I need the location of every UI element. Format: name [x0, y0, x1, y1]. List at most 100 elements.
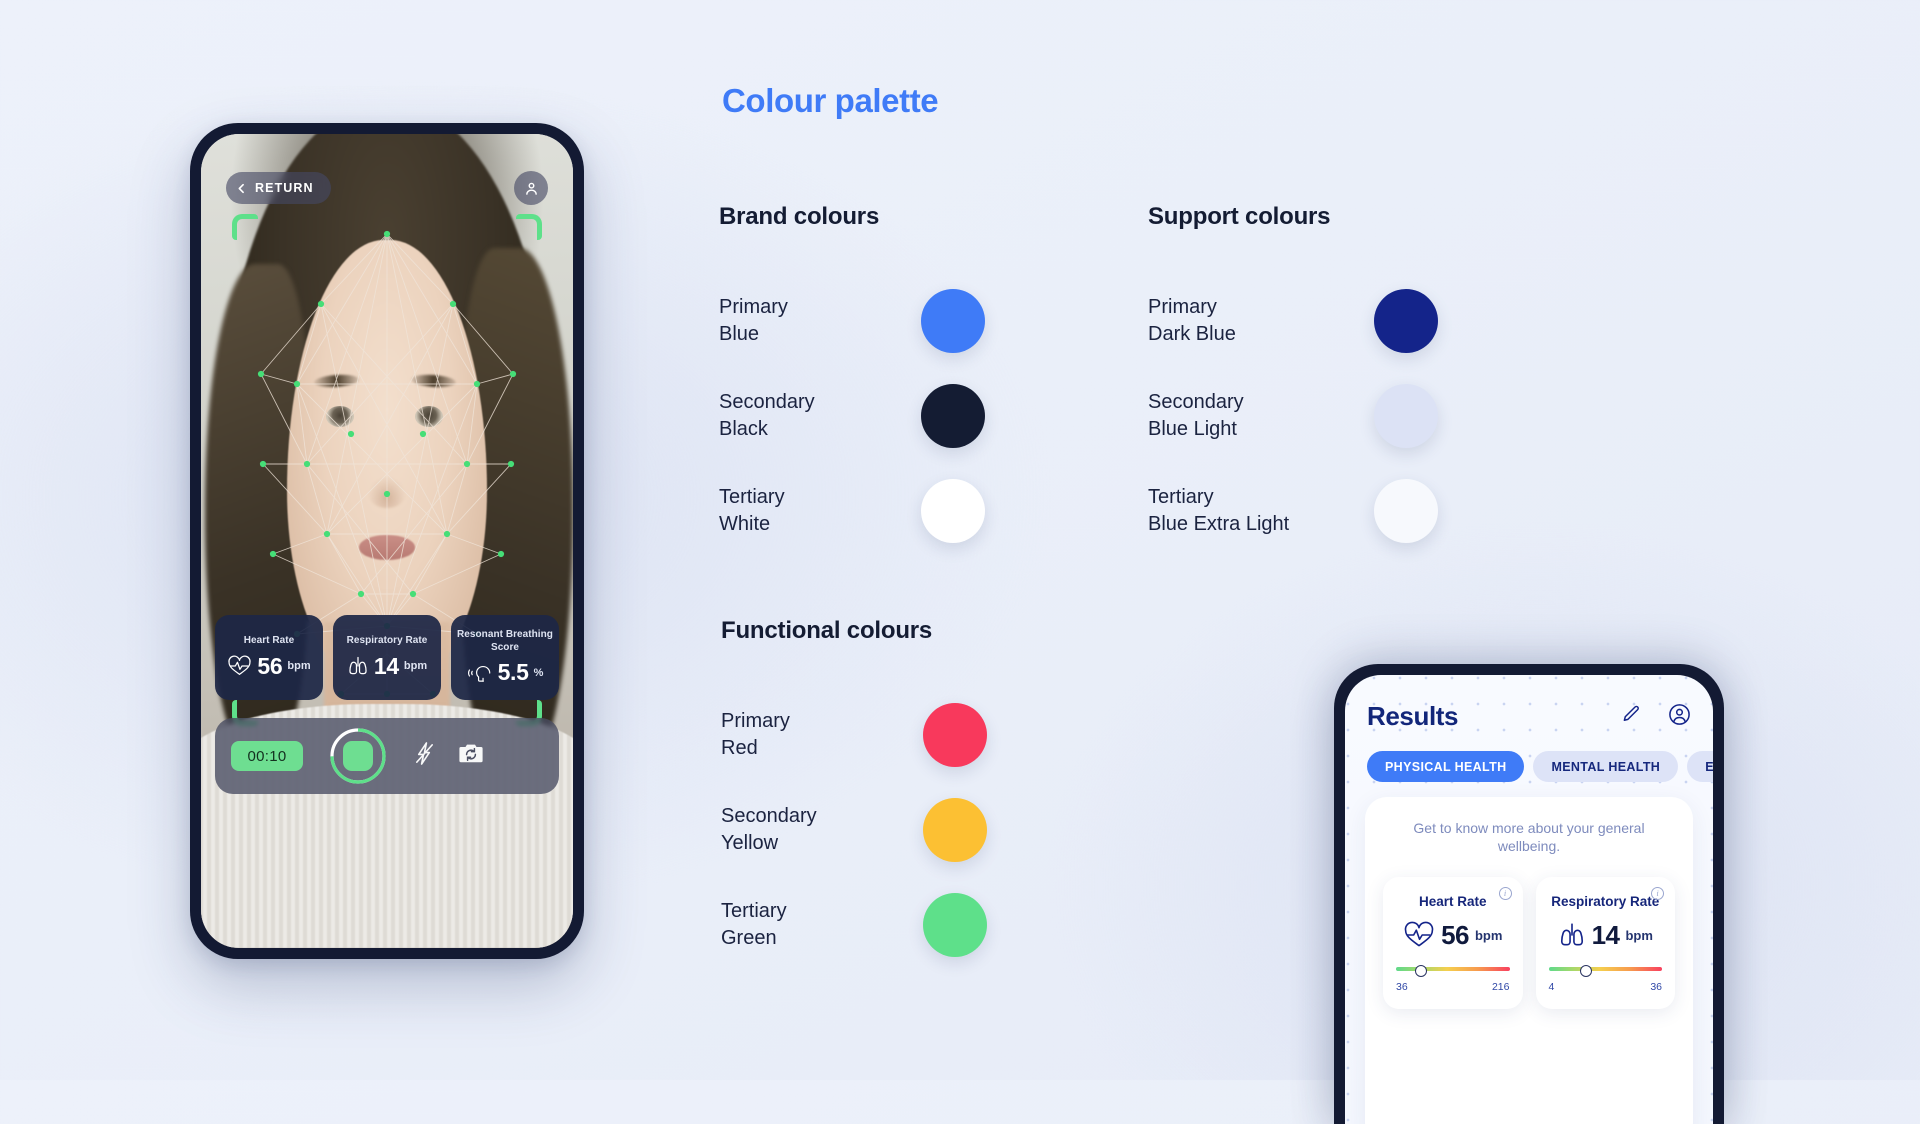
swatch-label: Tertiary White: [719, 484, 921, 538]
info-icon[interactable]: i: [1651, 886, 1664, 900]
person-circle-icon: [1669, 703, 1690, 725]
metric-title: Respiratory Rate: [346, 635, 428, 647]
swatch-dot-primary-red: [923, 703, 987, 767]
brand-colours-group: Primary Blue Secondary Black Tertiary Wh…: [719, 282, 1009, 567]
pencil-icon: [1623, 705, 1639, 721]
return-button[interactable]: RETURN: [226, 172, 331, 204]
results-phone-mockup: Results PHYSICAL HEALTH MENTAL HEALTH E …: [1334, 664, 1724, 1124]
swatch-label: Primary Dark Blue: [1148, 294, 1374, 348]
canvas: RETURN Heart Rate 56 bpm Respiratory Rat…: [0, 0, 1920, 1124]
results-metric-respiratory-rate[interactable]: i Respiratory Rate 14 bpm 4 36: [1535, 876, 1675, 1009]
gauge-min: 4: [1548, 980, 1555, 993]
scan-phone-mockup: RETURN Heart Rate 56 bpm Respiratory Rat…: [190, 123, 584, 959]
profile-button[interactable]: [514, 171, 548, 205]
results-header: Results: [1367, 701, 1691, 732]
swatch-rank: Secondary: [1148, 391, 1244, 414]
swatch-row: Tertiary Green: [721, 886, 1011, 964]
page-title: Colour palette: [722, 82, 939, 119]
results-tabs: PHYSICAL HEALTH MENTAL HEALTH ENERGY: [1367, 751, 1713, 782]
swatch-dot-primary-blue: [921, 289, 985, 353]
metric-value: 56: [257, 652, 283, 679]
lungs-icon: [349, 657, 367, 675]
swatch-row: Primary Red: [721, 696, 1011, 774]
swatch-name: Yellow: [721, 832, 779, 854]
scan-corner-top-left: [232, 214, 258, 240]
gauge-bar: [1548, 966, 1662, 971]
metric-card-resonant-breathing-score: Resonant Breathing Score 5.5 %: [451, 615, 559, 700]
functional-colours-heading: Functional colours: [721, 617, 933, 644]
metric-unit: %: [533, 666, 544, 679]
gauge-bar: [1396, 966, 1510, 971]
profile-button[interactable]: [1668, 703, 1691, 731]
results-title: Results: [1367, 701, 1459, 731]
metric-unit: bpm: [287, 660, 311, 673]
swatch-row: Primary Blue: [719, 282, 1009, 360]
metric-title: Resonant Breathing Score: [457, 629, 553, 653]
swatch-label: Primary Red: [721, 708, 923, 762]
metric-value: 14: [373, 652, 399, 679]
swatch-label: Tertiary Green: [721, 898, 923, 952]
swatch-label: Primary Blue: [719, 294, 921, 348]
return-button-label: RETURN: [255, 181, 314, 195]
person-icon: [525, 182, 537, 195]
gauge-knob[interactable]: [1414, 964, 1427, 977]
lungs-icon: [1560, 923, 1583, 946]
metric-title: Heart Rate: [243, 635, 295, 647]
swatch-row: Secondary Yellow: [721, 791, 1011, 869]
flash-off-icon: [416, 742, 433, 765]
gauge-max: 216: [1491, 980, 1510, 993]
swatch-name: White: [719, 513, 771, 535]
metric-gauge: [1396, 964, 1510, 977]
edit-button[interactable]: [1620, 704, 1641, 730]
scan-phone-screen: RETURN Heart Rate 56 bpm Respiratory Rat…: [201, 134, 573, 948]
metric-value: 5.5: [497, 659, 529, 685]
tab-mental-health[interactable]: MENTAL HEALTH: [1533, 751, 1679, 782]
swatch-dot-tertiary-green: [923, 893, 987, 957]
metric-value: 56: [1441, 919, 1469, 950]
tab-energy[interactable]: ENERGY: [1687, 751, 1713, 782]
metric-gauge: [1548, 964, 1662, 977]
swatch-rank: Tertiary: [1148, 486, 1214, 509]
swatch-row: Tertiary White: [719, 472, 1009, 550]
swatch-label: Secondary Blue Light: [1148, 389, 1374, 443]
info-icon[interactable]: i: [1498, 886, 1512, 900]
swatch-name: Red: [721, 737, 758, 759]
camera-control-bar: 00:10: [215, 718, 559, 794]
gauge-min: 36: [1396, 980, 1408, 993]
swatch-label: Tertiary Blue Extra Light: [1148, 484, 1374, 538]
swatch-name: Dark Blue: [1148, 323, 1236, 345]
gauge-scale: 4 36: [1549, 981, 1663, 993]
swatch-rank: Secondary: [719, 391, 815, 414]
brand-colours-heading: Brand colours: [719, 203, 880, 230]
swatch-name: Green: [721, 927, 777, 949]
flash-off-button[interactable]: [413, 741, 436, 771]
results-metrics-row: i Heart Rate 56 bpm 36 216 i Respiratory…: [1383, 876, 1675, 1009]
switch-camera-button[interactable]: [458, 742, 484, 771]
record-inner-square: [343, 741, 373, 771]
swatch-rank: Primary: [721, 710, 790, 733]
tab-physical-health[interactable]: PHYSICAL HEALTH: [1367, 751, 1525, 782]
gauge-scale: 36 216: [1396, 981, 1510, 993]
metric-unit: bpm: [403, 660, 428, 673]
swatch-name: Blue Extra Light: [1148, 513, 1290, 535]
gauge-max: 36: [1650, 980, 1662, 993]
swatch-label: Secondary Black: [719, 389, 921, 443]
support-colours-group: Primary Dark Blue Secondary Blue Light T…: [1148, 282, 1438, 567]
camera-flip-icon: [459, 744, 483, 762]
gauge-knob[interactable]: [1579, 964, 1592, 977]
breathing-head-icon: [467, 665, 490, 682]
results-metric-heart-rate[interactable]: i Heart Rate 56 bpm 36 216: [1383, 876, 1523, 1009]
swatch-dot-secondary-black: [921, 384, 985, 448]
results-phone-screen: Results PHYSICAL HEALTH MENTAL HEALTH E …: [1345, 675, 1713, 1124]
metric-title: Heart Rate: [1418, 893, 1487, 909]
metric-unit: bpm: [1474, 927, 1503, 943]
support-colours-heading: Support colours: [1148, 203, 1331, 230]
swatch-rank: Secondary: [721, 805, 817, 828]
record-button[interactable]: [329, 727, 387, 785]
swatch-rank: Primary: [719, 296, 788, 319]
swatch-dot-tertiary-blue-extra-light: [1374, 479, 1438, 543]
scan-corner-top-right: [516, 214, 542, 240]
swatch-name: Blue Light: [1148, 418, 1237, 440]
swatch-dot-primary-dark-blue: [1374, 289, 1438, 353]
functional-colours-group: Primary Red Secondary Yellow Tertiary Gr…: [721, 696, 1011, 981]
